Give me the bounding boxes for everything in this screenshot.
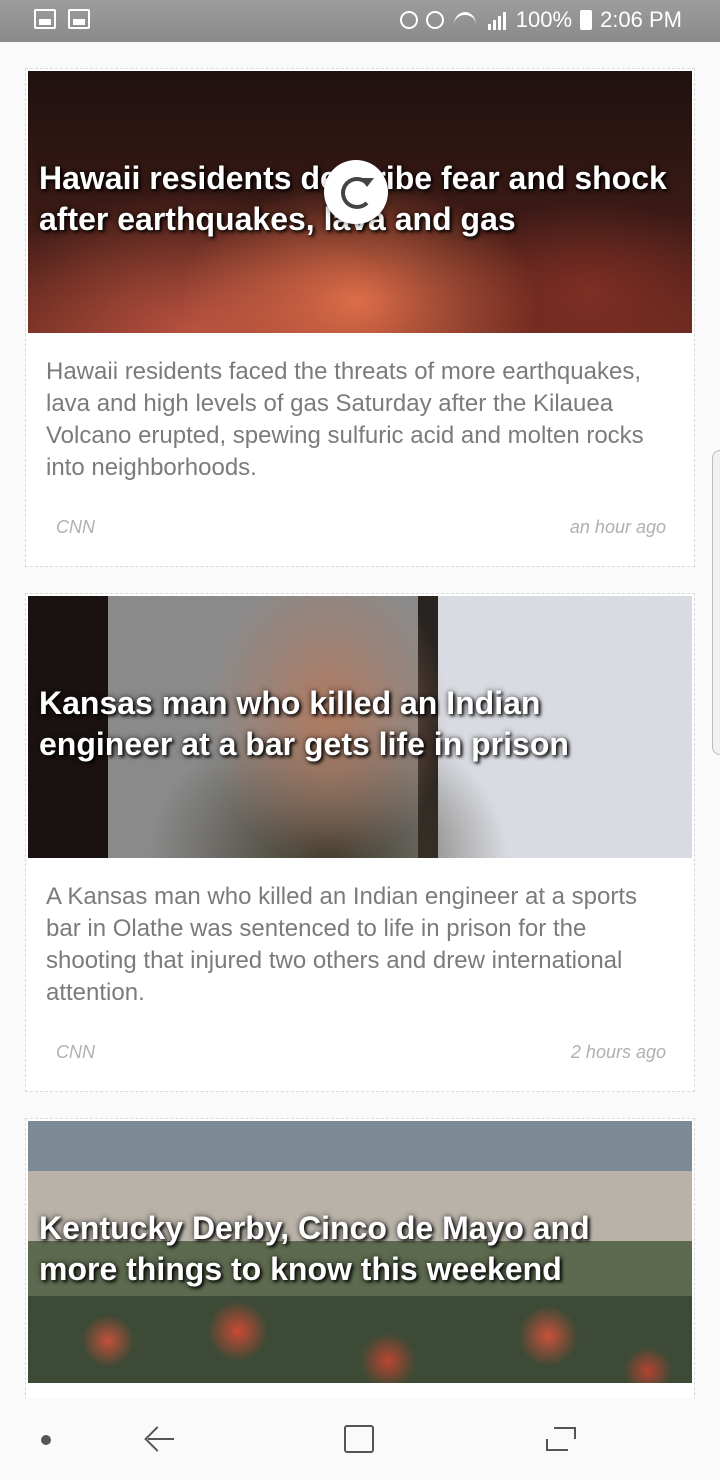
- wifi-icon: [452, 10, 480, 30]
- status-bar: 100% 2:06 PM: [0, 0, 720, 42]
- article-time: 2 hours ago: [570, 1042, 666, 1062]
- clock: 2:06 PM: [600, 7, 682, 32]
- battery-icon: [580, 10, 593, 30]
- refresh-icon[interactable]: [324, 160, 388, 224]
- article-card[interactable]: Kentucky Derby, Cinco de Mayo and more t…: [25, 1118, 695, 1410]
- article-image[interactable]: Kansas man who killed an Indian engineer…: [28, 596, 692, 858]
- article-card[interactable]: Hawaii residents describe fear and shock…: [25, 68, 695, 567]
- lock-icon: [399, 11, 418, 29]
- home-icon[interactable]: [344, 1425, 374, 1453]
- article-source: CNN: [56, 517, 95, 537]
- edge-panel-handle[interactable]: [712, 450, 720, 755]
- email-notification-icon: [68, 9, 90, 29]
- back-icon[interactable]: [144, 1426, 176, 1452]
- signal-icon: [487, 10, 508, 30]
- article-source: CNN: [56, 1042, 95, 1062]
- article-summary: A Kansas man who killed an Indian engine…: [46, 883, 638, 1006]
- alarm-icon: [425, 11, 444, 29]
- article-headline[interactable]: Kansas man who killed an Indian engineer…: [39, 683, 669, 765]
- article-time: an hour ago: [569, 517, 666, 537]
- recent-apps-icon[interactable]: [546, 1425, 576, 1453]
- navigation-bar: [0, 1398, 720, 1480]
- article-headline[interactable]: Kentucky Derby, Cinco de Mayo and more t…: [39, 1208, 669, 1290]
- status-notifications: [34, 9, 90, 29]
- article-image[interactable]: Kentucky Derby, Cinco de Mayo and more t…: [28, 1121, 692, 1383]
- article-summary: Hawaii residents faced the threats of mo…: [46, 358, 644, 481]
- keyboard-toggle-dot-icon[interactable]: [41, 1435, 51, 1445]
- article-card[interactable]: Kansas man who killed an Indian engineer…: [25, 593, 695, 1092]
- battery-percent: 100%: [515, 7, 573, 32]
- gallery-notification-icon: [34, 9, 56, 29]
- status-indicators: 100% 2:06 PM: [399, 7, 682, 33]
